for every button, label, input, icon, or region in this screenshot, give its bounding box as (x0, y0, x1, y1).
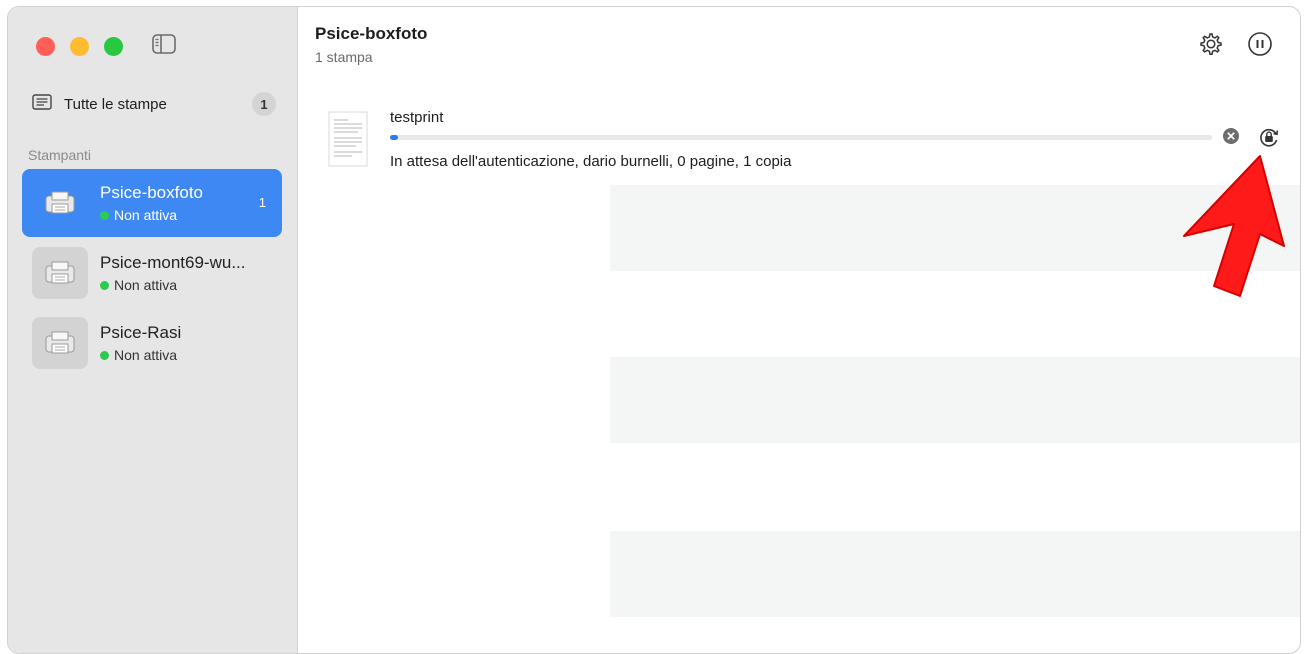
job-progress-bar (390, 135, 1212, 140)
sidebar-item-all-prints[interactable]: Tutte le stampe 1 (32, 91, 280, 117)
printer-status-text: Non attiva (114, 207, 178, 223)
count-badge: 1 (252, 92, 276, 116)
close-window-button[interactable] (36, 37, 55, 56)
status-dot-icon (100, 210, 109, 220)
print-queue-window: Tutte le stampe 1 Stampanti Psice-boxfot… (7, 6, 1301, 654)
status-dot-icon (100, 280, 109, 290)
list-icon (32, 93, 52, 115)
pause-icon[interactable] (1247, 31, 1273, 62)
minimize-window-button[interactable] (70, 37, 89, 56)
printer-status: Non attiva (100, 347, 177, 363)
printer-name: Psice-Rasi (100, 323, 182, 342)
printer-icon (32, 177, 88, 229)
printer-status-text: Non attiva (114, 277, 178, 293)
printer-icon (32, 247, 88, 299)
window-controls (36, 37, 123, 56)
job-name: testprint (390, 109, 444, 126)
sidebar-item-printer[interactable]: Psice-Rasi Non attiva (22, 309, 282, 377)
print-job-row[interactable]: testprint In attesa dell'autenticazione,… (328, 105, 1288, 175)
job-status-text: In attesa dell'autenticazione, dario bur… (390, 153, 792, 170)
status-dot-icon (100, 350, 109, 360)
printers-section-label: Stampanti (28, 147, 92, 163)
gear-icon[interactable] (1198, 31, 1224, 62)
sidebar-item-printer[interactable]: Psice-mont69-wu... Non attiva (22, 239, 282, 307)
printer-name: Psice-boxfoto (100, 183, 203, 202)
job-count-badge: 1 (258, 195, 266, 210)
printer-name: Psice-mont69-wu... (100, 253, 246, 272)
empty-row-stripe (610, 357, 1300, 443)
sidebar: Tutte le stampe 1 Stampanti Psice-boxfot… (8, 7, 298, 653)
red-arrow-icon (1178, 150, 1288, 305)
empty-row-stripe (610, 531, 1300, 617)
close-circle-icon[interactable] (1222, 127, 1240, 150)
page-title: Psice-boxfoto (315, 24, 428, 43)
printer-list: Psice-boxfoto Non attiva 1 Psice-mont69-… (22, 169, 282, 379)
zoom-window-button[interactable] (104, 37, 123, 56)
document-thumbnail-icon (328, 111, 368, 172)
sidebar-item-label: Tutte le stampe (64, 95, 167, 113)
printer-status: Non attiva (100, 207, 177, 223)
main-panel: Psice-boxfoto 1 stampa testprint In atte… (298, 7, 1300, 653)
sidebar-toggle-icon[interactable] (152, 34, 176, 59)
job-count-subtitle: 1 stampa (315, 49, 373, 65)
job-progress-fill (390, 135, 399, 140)
printer-icon (32, 317, 88, 369)
printer-status: Non attiva (100, 277, 177, 293)
sidebar-item-printer[interactable]: Psice-boxfoto Non attiva 1 (22, 169, 282, 237)
lock-resume-icon[interactable] (1258, 126, 1280, 153)
printer-status-text: Non attiva (114, 347, 178, 363)
